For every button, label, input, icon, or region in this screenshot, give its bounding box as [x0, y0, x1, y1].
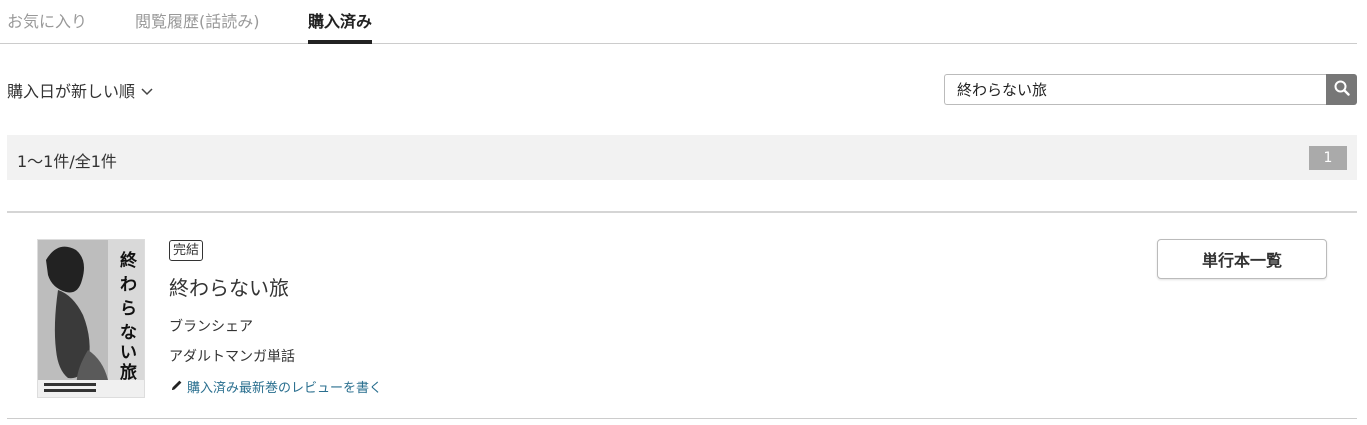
result-count: 1〜1件/全1件 [17, 152, 117, 171]
active-tab-indicator [308, 40, 373, 44]
svg-text:旅: 旅 [120, 362, 137, 383]
volume-list-button[interactable]: 単行本一覧 [1157, 239, 1327, 279]
svg-text:い: い [120, 343, 137, 363]
chevron-down-icon [135, 81, 153, 100]
svg-text:ら: ら [120, 299, 137, 319]
search-input[interactable] [944, 74, 1326, 105]
result-count-bar: 1〜1件/全1件 1 [7, 135, 1357, 180]
book-title-link[interactable]: 終わらない旅 [169, 272, 289, 301]
sort-dropdown[interactable]: 購入日が新しい順 [7, 78, 153, 102]
sort-label: 購入日が新しい順 [7, 82, 136, 101]
search-icon [1334, 80, 1350, 100]
svg-text:わ: わ [120, 275, 137, 295]
completed-badge: 完結 [169, 240, 204, 261]
write-review-label: 購入済み最新巻のレビューを書く [187, 381, 383, 396]
tab-favorites[interactable]: お気に入り [7, 8, 87, 32]
tab-purchased[interactable]: 購入済み [308, 8, 373, 44]
tab-browsing-history[interactable]: 閲覧履歴(話読み) [135, 8, 260, 32]
search-button[interactable] [1326, 74, 1357, 105]
tab-bar: お気に入り 閲覧履歴(話読み) 購入済み [0, 0, 1357, 44]
page-number: 1 [1309, 146, 1347, 170]
write-review-link[interactable]: 購入済み最新巻のレビューを書く [171, 377, 382, 396]
svg-text:な: な [120, 323, 137, 343]
divider [7, 211, 1357, 213]
divider [7, 418, 1357, 419]
tab-purchased-label: 購入済み [308, 12, 373, 31]
svg-text:終: 終 [120, 250, 138, 271]
book-cover-image[interactable]: 終 わ ら な い 旅 [37, 239, 145, 398]
search-box [944, 74, 1357, 105]
pencil-icon [171, 379, 187, 395]
author-link[interactable]: ブランシェア [169, 316, 253, 336]
category-label: アダルトマンガ単話 [169, 349, 295, 365]
